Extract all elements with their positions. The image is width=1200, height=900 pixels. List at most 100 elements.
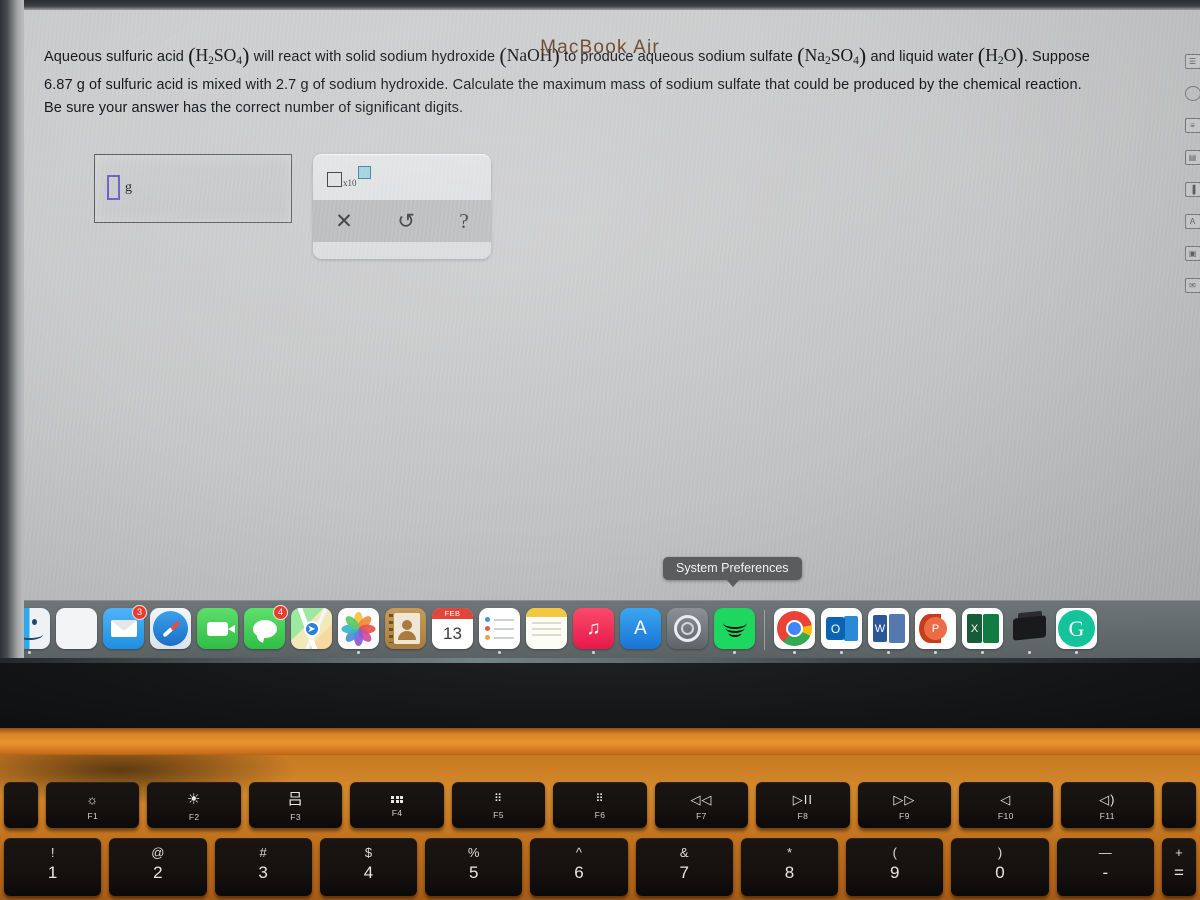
running-dot	[886, 650, 890, 654]
dock-separator	[764, 609, 765, 650]
mail-icon[interactable]: ✉	[1184, 278, 1200, 293]
dock-item-spotify[interactable]	[711, 606, 758, 654]
running-dot	[356, 650, 360, 654]
music-icon: ♫	[573, 608, 614, 649]
key-4[interactable]: $ 4	[319, 838, 418, 896]
outlook-icon: O	[821, 608, 862, 649]
key-6-upper: ^	[575, 845, 583, 860]
running-dot	[933, 650, 937, 654]
dock-item-grammarly[interactable]: G	[1053, 606, 1100, 654]
dock-item-word[interactable]: W	[865, 606, 912, 654]
keyboard-number-row: ! 1 @ 2 # 3 $ 4 % 5 ^ 6 & 7 * 8 ( 9 ) 0 …	[0, 838, 1200, 900]
key-f11-label: F11	[1099, 811, 1115, 821]
key-f8[interactable]: ▷II F8	[756, 782, 850, 828]
mail-badge: 3	[132, 605, 147, 620]
dock-item-launchpad[interactable]	[53, 606, 100, 653]
dock-item-reminders[interactable]	[476, 606, 523, 654]
dock-item-notes[interactable]	[523, 606, 570, 653]
excel-icon: X	[962, 608, 1003, 649]
running-dot	[792, 650, 796, 654]
key-2[interactable]: @ 2	[109, 838, 207, 896]
key-f6[interactable]: ⠿ F6	[553, 782, 647, 828]
key-equals-upper: +	[1175, 845, 1183, 860]
calendar-icon: FEB 13	[432, 608, 473, 649]
dock-item-safari[interactable]	[147, 606, 194, 653]
key-3-lower: 3	[258, 863, 268, 882]
key-6[interactable]: ^ 6	[530, 838, 628, 896]
dock-item-system-preferences[interactable]	[664, 606, 711, 653]
key-equals-partial[interactable]: + =	[1161, 838, 1196, 896]
grammarly-letter: G	[1058, 610, 1095, 647]
key-f5[interactable]: ⠿ F5	[451, 782, 546, 828]
math-toolbar[interactable]: x10 ✕ ↺ ?	[313, 154, 491, 259]
key-7-upper: &	[679, 845, 689, 860]
dock-item-facetime[interactable]	[194, 606, 241, 653]
printer-icon	[1009, 608, 1050, 649]
dock-item-chrome[interactable]	[771, 606, 818, 654]
key-esc-partial[interactable]	[4, 782, 38, 828]
dock-item-excel[interactable]: X	[959, 606, 1006, 654]
keyboard-dim-icon: ⠿	[494, 793, 504, 805]
key-f6-label: F6	[594, 810, 606, 820]
key-f3[interactable]: 吕 F3	[248, 782, 343, 828]
key-f10[interactable]: ◁ F10	[959, 782, 1053, 828]
clear-button[interactable]: ✕	[335, 210, 353, 232]
dock-item-powerpoint[interactable]: P	[912, 606, 959, 654]
key-f1[interactable]: ☼ F1	[46, 782, 140, 828]
key-minus[interactable]: — -	[1056, 838, 1154, 896]
key-1-upper: !	[50, 845, 55, 860]
dock-item-music[interactable]: ♫	[570, 606, 617, 654]
window-icon[interactable]: ▣	[1184, 246, 1200, 261]
laptop-screen: Aqueous sulfuric acid (H2SO4) will react…	[0, 0, 1200, 658]
key-f12-partial[interactable]	[1161, 782, 1196, 828]
key-5[interactable]: % 5	[425, 838, 523, 896]
circle-icon[interactable]	[1184, 86, 1200, 101]
key-0-lower: 0	[995, 863, 1005, 882]
list-icon[interactable]: ≡	[1184, 118, 1200, 133]
font-icon[interactable]: A	[1184, 214, 1200, 229]
help-button[interactable]: ?	[459, 210, 468, 232]
dock-tooltip: System Preferences	[663, 557, 802, 587]
x10-label: x10	[343, 178, 357, 188]
scientific-notation-button[interactable]: x10	[327, 166, 371, 188]
undo-button[interactable]: ↺	[397, 210, 415, 232]
chart-icon[interactable]: ▐	[1184, 182, 1200, 197]
play-pause-icon: ▷II	[792, 792, 814, 807]
key-f4[interactable]: F4	[350, 782, 444, 828]
key-2-lower: 2	[153, 863, 163, 882]
key-f7[interactable]: ◁◁ F7	[654, 782, 749, 828]
key-minus-upper: —	[1098, 845, 1112, 860]
dock-item-printer[interactable]	[1006, 606, 1053, 654]
key-0[interactable]: ) 0	[951, 838, 1049, 896]
key-1[interactable]: ! 1	[4, 838, 102, 896]
dock-item-maps[interactable]: ➤	[288, 606, 335, 653]
key-9[interactable]: ( 9	[846, 838, 944, 896]
problem-line-2: 6.87 g of sulfuric acid is mixed with 2.…	[44, 76, 1082, 93]
answer-value-input[interactable]	[107, 175, 120, 200]
powerpoint-letter: P	[924, 617, 947, 640]
key-9-upper: (	[892, 845, 897, 860]
key-f11[interactable]: ◁) F11	[1060, 782, 1154, 828]
key-f9[interactable]: ▷▷ F9	[857, 782, 952, 828]
dock-item-outlook[interactable]: O	[818, 606, 865, 654]
dock-item-messages[interactable]: 4	[241, 605, 288, 653]
dock-item-photos[interactable]	[335, 606, 382, 654]
key-8-upper: *	[786, 845, 793, 860]
answer-input-box[interactable]: g	[94, 154, 292, 223]
answer-field[interactable]: g	[107, 175, 132, 200]
key-f2[interactable]: ☀ F2	[147, 782, 241, 828]
key-3-upper: #	[259, 845, 267, 860]
key-7[interactable]: & 7	[635, 838, 733, 896]
dock-item-calendar[interactable]: FEB 13	[429, 606, 476, 653]
dock-item-app-store[interactable]: A	[617, 606, 664, 653]
macos-dock: 3 4 ➤ FEB 13 ♫ A O W P X G	[0, 600, 1200, 658]
dock-item-finder[interactable]	[6, 606, 53, 654]
key-3[interactable]: # 3	[214, 838, 312, 896]
chrome-icon	[774, 608, 815, 649]
key-minus-lower: -	[1102, 863, 1109, 882]
dock-item-mail[interactable]: 3	[100, 605, 147, 653]
dock-item-contacts[interactable]	[382, 606, 429, 653]
key-7-lower: 7	[679, 863, 689, 882]
book-icon[interactable]: ▤	[1184, 150, 1200, 165]
key-8[interactable]: * 8	[740, 838, 839, 896]
